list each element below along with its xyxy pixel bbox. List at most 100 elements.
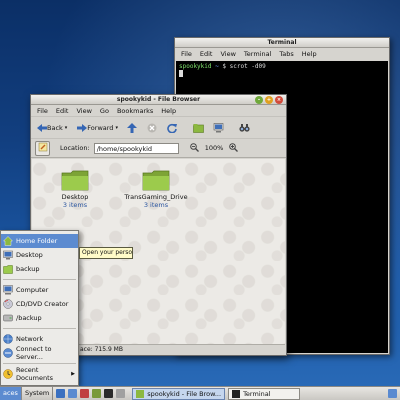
menu-item-network[interactable]: Network (1, 332, 78, 346)
desktop-icon (3, 250, 13, 260)
folder-item-count: 3 items (62, 201, 88, 209)
up-button[interactable] (127, 122, 138, 133)
computer-icon (3, 285, 13, 295)
terminal-title: Terminal (267, 39, 297, 46)
fb-menu-view[interactable]: View (76, 107, 91, 115)
places-menu: Home Folder Desktop backup Computer CD/D… (0, 230, 79, 386)
zoom-controls: 100% (187, 142, 242, 154)
tooltip: Open your personal folder (79, 247, 133, 259)
menu-item-label: /backup (16, 314, 42, 322)
drive-icon (3, 313, 13, 323)
taskbar-task-file-browser[interactable]: spookykid - File Brow... (132, 387, 226, 400)
reload-button[interactable] (167, 122, 178, 133)
maximize-button[interactable]: + (265, 96, 273, 104)
file-browser-titlebar[interactable]: spookykid - File Browser – + × (31, 95, 286, 105)
terminal-menu-help[interactable]: Help (302, 50, 317, 58)
terminal-titlebar[interactable]: Terminal (175, 38, 389, 48)
fb-menu-bookmarks[interactable]: Bookmarks (117, 107, 153, 115)
task-label: Terminal (243, 389, 271, 398)
search-button[interactable] (239, 122, 250, 133)
browser-launcher-icon[interactable] (56, 389, 66, 398)
menu-item-label: Recent Documents (16, 366, 54, 382)
folder-item-desktop[interactable]: Desktop 3 items (35, 169, 115, 209)
folder-icon (3, 264, 13, 274)
location-bar: Location: /home/spookykid 100% (31, 138, 286, 158)
network-icon (3, 334, 13, 344)
forward-button[interactable]: Forward ▾ (76, 122, 118, 133)
taskbar-task-terminal[interactable]: Terminal (228, 387, 301, 400)
app-launcher-icon[interactable] (80, 389, 90, 398)
folder-icon (136, 389, 145, 398)
close-button[interactable]: × (275, 96, 283, 104)
menu-item-label: CD/DVD Creator (16, 300, 69, 308)
folder-icon (61, 170, 89, 191)
back-label: Back (47, 123, 63, 132)
folder-name: Desktop (61, 193, 89, 201)
back-dropdown-icon[interactable]: ▾ (65, 125, 68, 131)
fb-menu-edit[interactable]: Edit (56, 107, 69, 115)
computer-button[interactable] (213, 122, 224, 133)
workspace-switcher-icon[interactable] (388, 389, 397, 398)
prompt-command: scrot -d09 (229, 63, 266, 70)
forward-label: Forward (87, 123, 114, 132)
disc-icon (3, 299, 13, 309)
zoom-out-icon[interactable] (189, 142, 199, 154)
menu-item-label: Home Folder (16, 237, 58, 245)
mail-launcher-icon[interactable] (68, 389, 78, 398)
terminal-menu-tabs[interactable]: Tabs (279, 50, 293, 58)
system-tray (385, 389, 397, 398)
menu-separator (3, 328, 76, 329)
menu-item-desktop[interactable]: Desktop (1, 248, 78, 262)
menu-item-label: Desktop (16, 251, 43, 259)
folder-icon (142, 170, 170, 191)
menu-item-backup[interactable]: backup (1, 262, 78, 276)
location-toggle-button[interactable] (35, 140, 50, 156)
zoom-level[interactable]: 100% (205, 144, 224, 152)
home-icon (193, 122, 204, 133)
location-label: Location: (60, 144, 90, 152)
terminal-menubar: File Edit View Terminal Tabs Help (175, 48, 389, 59)
stop-icon (147, 122, 158, 133)
launcher-icon[interactable] (116, 389, 126, 398)
menu-item-label: Network (16, 335, 44, 343)
zoom-in-icon[interactable] (229, 142, 239, 154)
free-space-text: ace: 715.9 MB (80, 346, 123, 353)
terminal-menu-view[interactable]: View (220, 50, 235, 58)
forward-dropdown-icon[interactable]: ▾ (115, 125, 118, 131)
menu-separator (3, 279, 76, 280)
terminal-menu-file[interactable]: File (181, 50, 192, 58)
folder-item-transgaming[interactable]: TransGaming_Drive 3 items (116, 169, 196, 209)
task-label: spookykid - File Brow... (147, 389, 222, 398)
menu-item-connect-to-server[interactable]: Connect to Server... (1, 345, 78, 361)
back-button[interactable]: Back ▾ (36, 122, 67, 133)
back-arrow-icon (36, 122, 47, 133)
fb-menu-go[interactable]: Go (100, 107, 109, 115)
terminal-menu-edit[interactable]: Edit (200, 50, 213, 58)
file-browser-menubar: File Edit View Go Bookmarks Help (31, 105, 286, 116)
menu-separator (3, 363, 76, 364)
terminal-menu-terminal[interactable]: Terminal (244, 50, 271, 58)
minimize-button[interactable]: – (255, 96, 263, 104)
files-launcher-icon[interactable] (92, 389, 102, 398)
prompt-user: spookykid (179, 63, 212, 70)
file-browser-toolbar: Back ▾ Forward ▾ (31, 116, 286, 138)
menu-item-computer[interactable]: Computer (1, 283, 78, 297)
location-input[interactable]: /home/spookykid (93, 142, 179, 154)
menu-item-home-folder[interactable]: Home Folder (1, 234, 78, 248)
fb-menu-file[interactable]: File (37, 107, 48, 115)
launchers (56, 389, 128, 398)
terminal-prompt-line: spookykid ~ $ scrot -d09 (179, 63, 385, 70)
menu-item-cd-dvd-creator[interactable]: CD/DVD Creator (1, 297, 78, 311)
home-button[interactable] (193, 122, 204, 133)
places-menu-button[interactable]: aces (0, 386, 22, 400)
menu-item-backup-drive[interactable]: /backup (1, 311, 78, 325)
terminal-launcher-icon[interactable] (104, 389, 114, 398)
menu-item-recent-documents[interactable]: Recent Documents ▶ (1, 366, 78, 382)
fb-menu-help[interactable]: Help (161, 107, 176, 115)
file-browser-title: spookykid - File Browser (116, 96, 201, 103)
stop-button[interactable] (147, 122, 158, 133)
system-menu-button[interactable]: System (22, 386, 54, 400)
binoculars-icon (239, 122, 250, 133)
home-icon (3, 236, 13, 246)
up-arrow-icon (127, 122, 138, 133)
